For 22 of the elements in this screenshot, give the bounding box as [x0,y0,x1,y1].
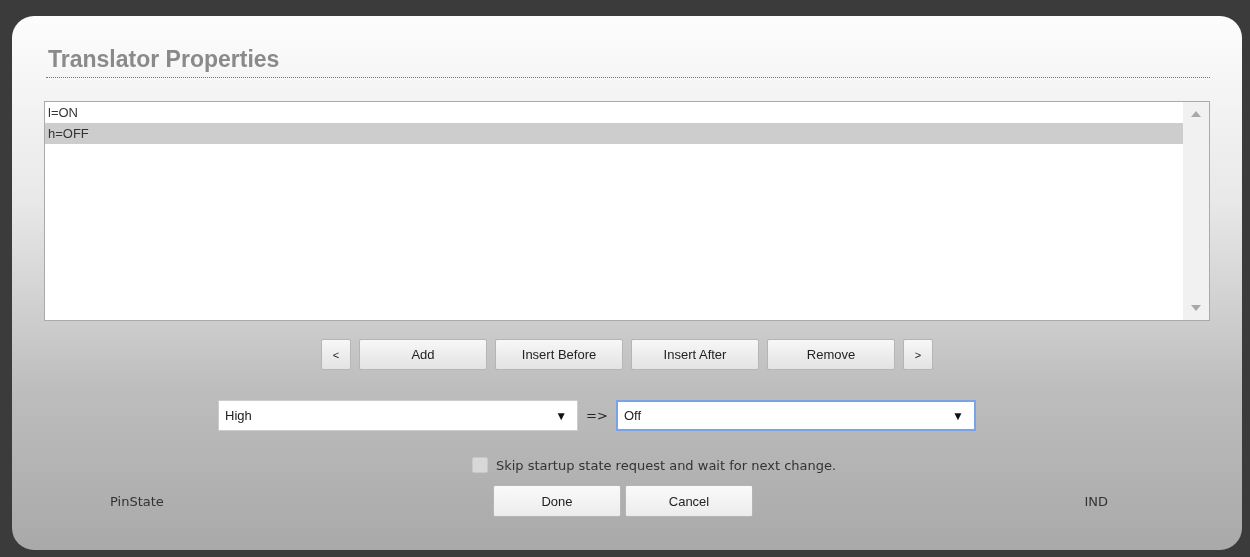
dropdown-field[interactable]: High ▼ [218,400,579,431]
checkbox-label: Skip startup state request and wait for next change. [495,457,837,473]
move-button[interactable]: < [321,339,351,370]
dialog-title: Translator Properties [47,46,281,73]
list-item[interactable]: l=ON [45,102,1183,123]
cancel-button[interactable]: Cancel [625,485,753,517]
code-label: IND [1084,493,1109,509]
list-action-button[interactable]: Add [359,339,487,370]
move-button[interactable]: > [903,339,933,370]
done-button[interactable]: Done [493,485,621,517]
type-label: PinState [109,493,165,509]
scrollbar[interactable] [1183,102,1209,320]
list-action-button[interactable]: Insert Before [495,339,623,370]
list-action-button[interactable]: Remove [767,339,895,370]
dropdown-field[interactable]: Off ▼ [615,400,976,431]
list-action-button[interactable]: Insert After [631,339,759,370]
scroll-down-icon[interactable] [1191,305,1201,311]
list-item[interactable]: h=OFF [45,123,1183,144]
checkbox[interactable] [471,457,488,473]
translation-list[interactable]: l=ON h=OFF [44,101,1210,321]
scroll-up-icon[interactable] [1191,111,1201,117]
maps-to-arrow: => [586,408,608,423]
